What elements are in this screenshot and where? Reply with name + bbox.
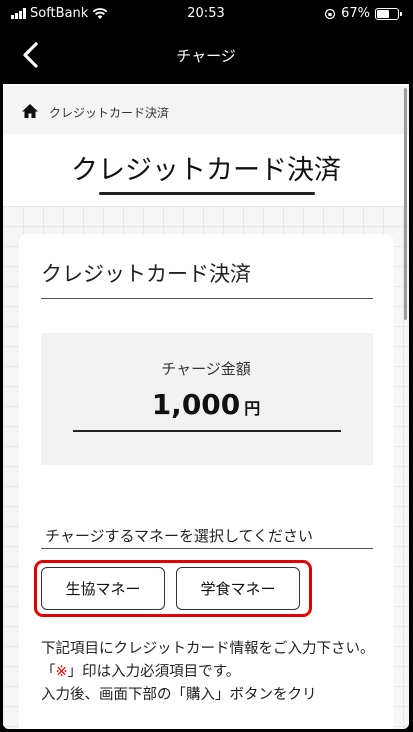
nav-bar: チャージ [3, 28, 409, 84]
breadcrumb: クレジットカード決済 [3, 86, 409, 134]
required-note: 」印は入力必須項目です。 [67, 664, 241, 680]
card-title-divider [41, 298, 373, 299]
instruction-line-3: 入力後、画面下部の「購入」ボタンをクリ [41, 687, 317, 703]
coop-money-button[interactable]: 生協マネー [41, 567, 165, 610]
amount-unit: 円 [244, 399, 261, 418]
battery-icon [375, 7, 402, 20]
instruction-line-2: 「※」印は入力必須項目です。 [41, 661, 381, 684]
amount-number: 1,000 [151, 388, 241, 421]
required-bracket-open: 「 [41, 664, 56, 680]
home-icon[interactable] [21, 103, 39, 119]
instruction-line-1: 下記項目にクレジットカード情報をご入力下さい。 [41, 641, 375, 657]
title-underline [99, 192, 315, 195]
nav-title: チャージ [176, 47, 236, 65]
cafeteria-money-button[interactable]: 学食マネー [176, 567, 300, 610]
status-bar: SoftBank 20:53 67% [3, 0, 409, 28]
breadcrumb-label[interactable]: クレジットカード決済 [49, 104, 169, 121]
amount-underline [73, 430, 341, 432]
page-title: クレジットカード決済 [71, 155, 341, 186]
money-select-divider [41, 548, 373, 549]
instruction-text: 下記項目にクレジットカード情報をご入力下さい。 「※」印は入力必須項目です。 入… [41, 638, 381, 707]
orientation-lock-icon [324, 8, 336, 19]
battery-percent: 67% [341, 6, 370, 21]
status-right: 67% [324, 6, 402, 21]
card-title: クレジットカード決済 [41, 262, 251, 286]
charge-amount-label: チャージ金額 [161, 360, 251, 378]
charge-amount-value: 1,000 円 [3, 388, 409, 421]
money-select-label: チャージするマネーを選択してください [45, 527, 314, 545]
required-mark: ※ [55, 664, 68, 680]
app-screen: SoftBank 20:53 67% チャージ クレジットカード決済 クレジット… [3, 0, 409, 729]
scrollbar[interactable] [404, 88, 407, 320]
